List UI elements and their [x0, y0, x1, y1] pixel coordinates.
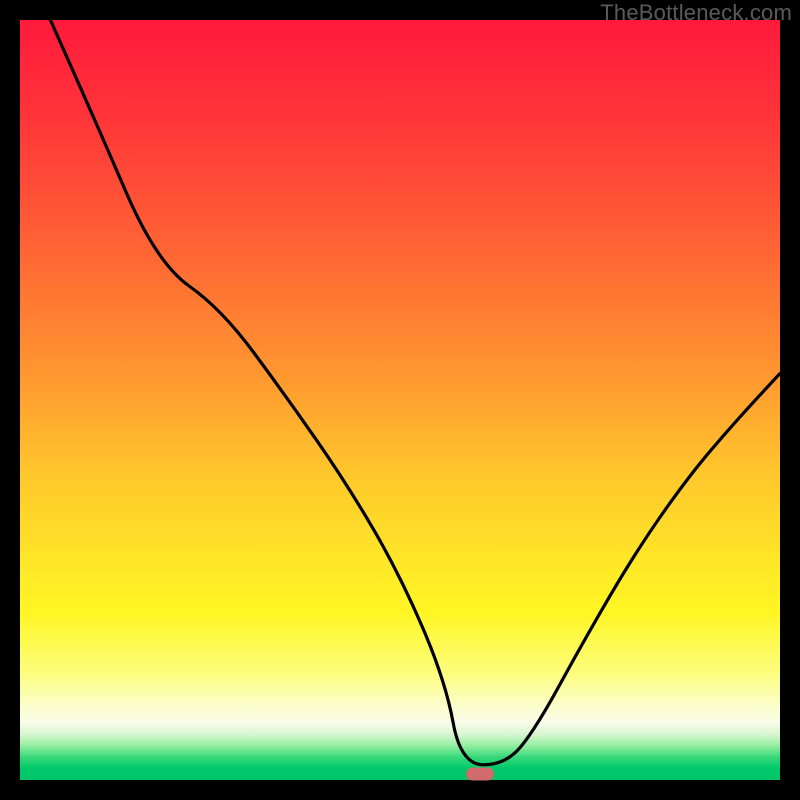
- optimal-point-marker: [466, 767, 494, 780]
- bottleneck-curve: [20, 20, 780, 780]
- chart-frame: TheBottleneck.com: [0, 0, 800, 800]
